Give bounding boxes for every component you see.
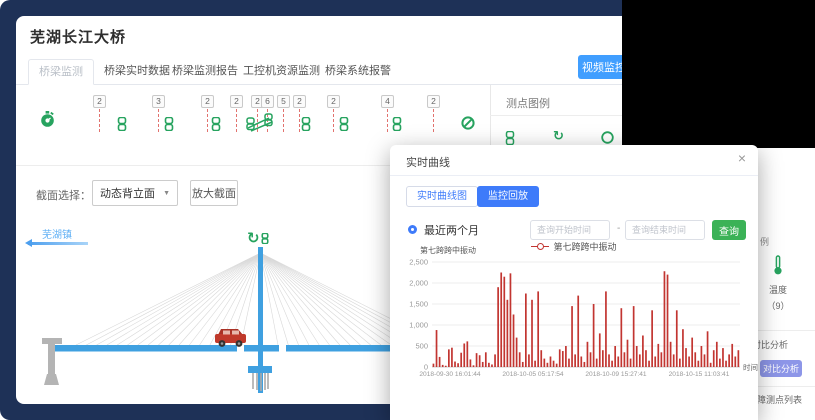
incline-icon[interactable]: [246, 110, 274, 132]
sensor-count-badge: 2: [327, 95, 340, 108]
playback-tab-button[interactable]: 监控回放: [477, 186, 539, 207]
vibration-chart: 第七跨跨中振动2,5002,0001,5001,00050002018-09-3…: [390, 243, 758, 415]
sensor-dashed-line: [433, 109, 434, 132]
sensor-count-badge: 5: [277, 95, 290, 108]
sensor-count-badge: 2: [427, 95, 440, 108]
modal-header: 实时曲线 ×: [390, 145, 758, 176]
chain-icon[interactable]: [164, 117, 174, 131]
chain-icon[interactable]: [301, 117, 311, 131]
divider: [758, 386, 815, 387]
sidebar-fragment-label: 例: [760, 235, 769, 248]
legend-panel-title: 测点图例: [506, 95, 550, 111]
tab-system-alarm[interactable]: 桥梁系统报警: [325, 59, 391, 85]
chain-icon[interactable]: [505, 131, 515, 145]
end-time-input[interactable]: [625, 220, 705, 240]
chain-icon[interactable]: [211, 117, 221, 131]
tower-top-rotate-icon[interactable]: ↻: [247, 231, 260, 246]
sensor-dashed-line: [158, 109, 159, 132]
screenshot-stage: 芜湖长江大桥 视频监控 桥梁监测 桥梁实时数据 桥梁监测报告 工控机资源监测 桥…: [0, 0, 815, 420]
modal-title: 实时曲线: [406, 154, 450, 170]
start-time-input[interactable]: [530, 220, 610, 240]
dark-backdrop: [622, 0, 815, 148]
divider: [758, 330, 815, 331]
sensor-dashed-line: [299, 109, 300, 132]
svg-text:500: 500: [415, 342, 428, 351]
chain-icon[interactable]: [117, 117, 127, 131]
svg-text:1,500: 1,500: [409, 300, 428, 309]
svg-text:1,000: 1,000: [409, 321, 428, 330]
section-select-label: 截面选择：: [36, 187, 91, 203]
page-title: 芜湖长江大桥: [30, 26, 126, 47]
legend-item-temperature[interactable]: 温度 （9）: [763, 255, 793, 312]
chain-icon[interactable]: [339, 117, 349, 131]
sensor-dashed-line: [99, 109, 100, 132]
sensor-count-badge: 2: [93, 95, 106, 108]
direction-label: 芜湖镇: [42, 226, 72, 241]
sensor-count-badge: 3: [152, 95, 165, 108]
compare-analysis-button[interactable]: 对比分析: [760, 360, 802, 377]
query-button[interactable]: 查询: [712, 220, 746, 240]
sensor-dashed-line: [283, 109, 284, 132]
zoom-section-button[interactable]: 放大截面: [190, 180, 238, 206]
chain-icon[interactable]: [392, 117, 402, 131]
recent-two-months-radio[interactable]: [408, 225, 417, 234]
section-select-value: 动态背立面: [100, 185, 163, 201]
tab-ipc-resource[interactable]: 工控机资源监测: [243, 59, 320, 85]
svg-text:2018-09-30 16:01:44: 2018-09-30 16:01:44: [419, 371, 481, 378]
circle-sensor-icon[interactable]: [601, 131, 614, 144]
svg-text:2018-10-09 15:27:41: 2018-10-09 15:27:41: [585, 371, 647, 378]
sensor-count-badge: 2: [230, 95, 243, 108]
tab-monitor-report[interactable]: 桥梁监测报告: [172, 59, 238, 85]
close-icon[interactable]: ×: [738, 151, 746, 165]
temperature-label: 温度: [763, 283, 793, 296]
sensor-dashed-line: [387, 109, 388, 132]
section-select[interactable]: 动态背立面 ▼: [92, 180, 178, 206]
no-entry-icon[interactable]: [461, 116, 475, 130]
realtime-curve-modal: 实时曲线 × 实时曲线图 监控回放 最近两个月 - 查询 第七跨跨中振动 第七跨…: [390, 145, 758, 420]
sensor-count-badge: 6: [261, 95, 274, 108]
thermometer-icon: [772, 262, 784, 279]
svg-text:2,000: 2,000: [409, 279, 428, 288]
sensor-dashed-line: [236, 109, 237, 132]
realtime-curve-tab-button[interactable]: 实时曲线图: [406, 186, 478, 207]
stopwatch-icon[interactable]: [40, 111, 55, 128]
svg-text:时间: 时间: [743, 362, 758, 372]
svg-text:第七跨跨中振动: 第七跨跨中振动: [420, 245, 476, 255]
sensor-count-badge: 4: [381, 95, 394, 108]
sensor-count-badge: 2: [201, 95, 214, 108]
chevron-down-icon: ▼: [163, 190, 170, 197]
sensor-dashed-line: [333, 109, 334, 132]
svg-text:2,500: 2,500: [409, 258, 428, 267]
date-range-separator: -: [617, 223, 620, 234]
tower-top-chain-icon[interactable]: [261, 233, 269, 244]
svg-text:2018-10-05 05:17:54: 2018-10-05 05:17:54: [502, 371, 564, 378]
recent-two-months-label: 最近两个月: [424, 222, 479, 238]
sensor-dashed-line: [207, 109, 208, 132]
svg-text:2018-10-15 11:03:41: 2018-10-15 11:03:41: [669, 371, 730, 378]
sensor-count-badge: 2: [293, 95, 306, 108]
bridge-diagram: [20, 240, 392, 400]
tab-realtime-data[interactable]: 桥梁实时数据: [104, 59, 170, 85]
temperature-count: （9）: [763, 299, 793, 312]
rotate-icon[interactable]: ↻: [553, 129, 564, 142]
tab-bridge-monitor[interactable]: 桥梁监测: [28, 59, 94, 85]
